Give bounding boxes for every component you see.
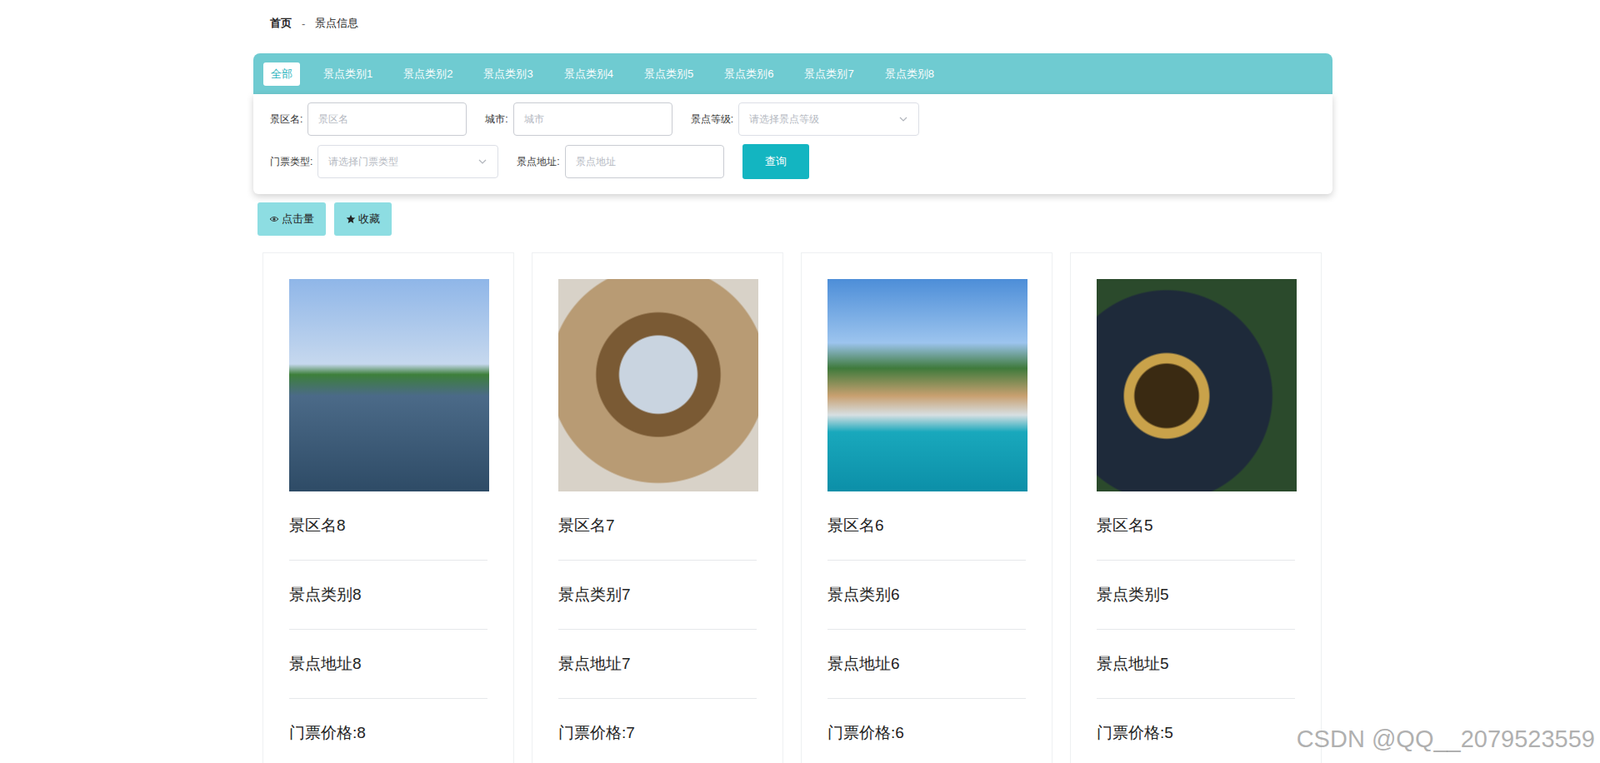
scenic-name: 景区名6: [827, 491, 1026, 561]
scenic-address: 景点地址8: [289, 630, 488, 700]
filter-field: 门票类型: 请选择门票类型: [270, 145, 499, 179]
scenic-card[interactable]: 景区名7景点类别7景点地址7门票价格:7: [531, 252, 784, 763]
scenic-photo: [827, 279, 1028, 492]
star-icon: [345, 214, 356, 225]
scenic-photo: [289, 279, 490, 492]
breadcrumb-home[interactable]: 首页: [270, 15, 292, 31]
placeholder: 景区名: [318, 112, 349, 127]
filter-field: 景点等级: 请选择景点等级: [690, 102, 920, 136]
breadcrumb-separator: -: [301, 17, 305, 30]
category-tab[interactable]: 景点类别1: [315, 62, 380, 86]
placeholder: 景点地址: [575, 155, 616, 170]
category-tab[interactable]: 景点类别5: [636, 62, 701, 86]
category-tab[interactable]: 景点类别7: [796, 62, 861, 86]
ticket-price: 门票价格:8: [289, 699, 488, 763]
filter-panel: 景区名: 景区名 城市: 城市 景点等级: 请选择景点等级门票类型: 请选择门票类型 景点地址…: [253, 94, 1333, 195]
chevron-down-icon: [898, 114, 909, 125]
scenic-photo: [558, 279, 759, 492]
category-tabs: 全部景点类别1 景点类别2 景点类别3 景点类别4 景点类别5 景点类别6 景点类别7 景点类…: [253, 53, 1333, 95]
category-tab[interactable]: 景点类别4: [556, 62, 621, 86]
sort-button[interactable]: 点击量: [257, 202, 326, 236]
sort-bar: 点击量 收藏: [253, 194, 1333, 236]
scenic-address: 景点地址6: [827, 630, 1026, 700]
scenic-name: 景区名8: [289, 491, 488, 561]
filter-input[interactable]: 请选择景点等级: [738, 102, 920, 136]
scenic-name: 景区名7: [558, 491, 757, 561]
scenic-card[interactable]: 景区名6景点类别6景点地址6门票价格:6: [800, 252, 1053, 763]
category-tab[interactable]: 景点类别6: [716, 62, 781, 86]
category-tab[interactable]: 景点类别8: [877, 62, 942, 86]
filter-input[interactable]: 景点地址: [565, 145, 725, 179]
filter-field: 城市: 城市: [485, 102, 672, 136]
scenic-address: 景点地址5: [1096, 630, 1295, 700]
filter-label: 城市:: [485, 112, 508, 127]
scenic-category: 景点类别5: [1096, 560, 1295, 630]
scenic-category: 景点类别8: [289, 560, 488, 630]
filter-label: 景区名:: [270, 112, 303, 127]
sort-label: 点击量: [281, 211, 315, 227]
scenic-card[interactable]: 景区名8景点类别8景点地址8门票价格:8: [262, 252, 515, 763]
scenic-category: 景点类别6: [827, 560, 1026, 630]
category-tab[interactable]: 景点类别3: [475, 62, 540, 86]
scenic-photo: [1096, 279, 1297, 492]
filter-label: 门票类型:: [270, 155, 313, 170]
filter-label: 景点等级:: [690, 112, 734, 127]
sort-button[interactable]: 收藏: [334, 202, 392, 236]
category-tab[interactable]: 景点类别2: [395, 62, 460, 86]
page: 首页-景点信息全部景点类别1景点类别2景点类别3景点类别4景点类别5景点类别6景…: [0, 0, 1600, 763]
scenic-card[interactable]: 景区名5景点类别5景点地址5门票价格:5: [1070, 252, 1322, 763]
placeholder: 城市: [524, 112, 545, 127]
filter-label: 景点地址:: [516, 155, 560, 170]
scenic-list: 景区名8景点类别8景点地址8门票价格:8景区名7景点类别7景点地址7门票价格:7…: [253, 235, 1333, 763]
breadcrumb-current: 景点信息: [315, 15, 359, 31]
chevron-down-icon: [477, 156, 488, 167]
ticket-price: 门票价格:5: [1096, 699, 1295, 763]
watermark: CSDN @QQ__2079523559: [1296, 725, 1595, 754]
filter-field: 景点地址: 景点地址: [516, 145, 724, 179]
placeholder: 请选择景点等级: [749, 112, 820, 127]
filter-field: 景区名: 景区名: [270, 102, 467, 136]
sort-label: 收藏: [358, 211, 380, 227]
filter-input[interactable]: 城市: [513, 102, 673, 136]
breadcrumb: 首页-景点信息: [253, 0, 1333, 34]
search-button[interactable]: 查询: [742, 144, 810, 180]
scenic-category: 景点类别7: [558, 560, 757, 630]
ticket-price: 门票价格:6: [827, 699, 1026, 763]
scenic-name: 景区名5: [1096, 491, 1295, 561]
filter-input[interactable]: 景区名: [307, 102, 467, 136]
filter-input[interactable]: 请选择门票类型: [317, 145, 499, 179]
category-tab[interactable]: 全部: [263, 62, 300, 86]
eye-icon: [269, 214, 280, 225]
placeholder: 请选择门票类型: [328, 155, 399, 170]
content: 首页-景点信息全部景点类别1景点类别2景点类别3景点类别4景点类别5景点类别6景…: [253, 0, 1333, 763]
ticket-price: 门票价格:7: [558, 699, 757, 763]
scenic-address: 景点地址7: [558, 630, 757, 700]
